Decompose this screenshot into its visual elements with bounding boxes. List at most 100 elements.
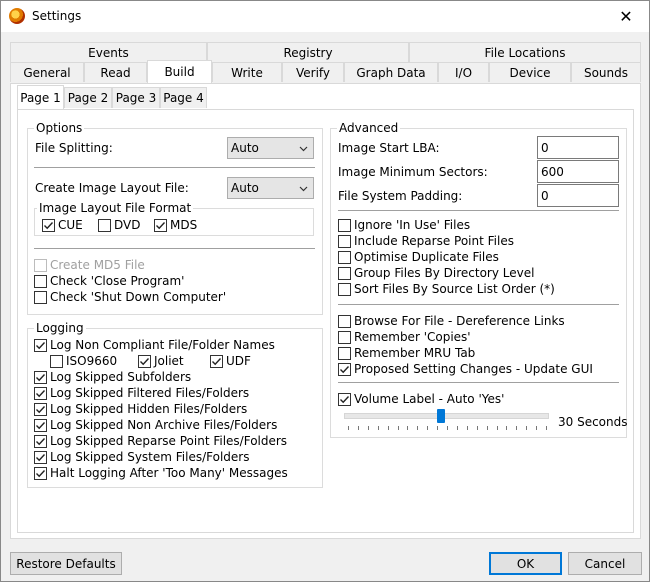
tab-verify[interactable]: Verify [282,62,344,82]
log-skipped-reparse-checkbox[interactable]: Log Skipped Reparse Point Files/Folders [34,434,287,448]
volume-slider-thumb[interactable] [437,409,446,423]
tab-events[interactable]: Events [10,42,207,62]
adv-option-label: Group Files By Directory Level [354,266,535,280]
create-layout-value: Auto [231,181,259,195]
checkbox-box [138,354,151,368]
subtab-page-3[interactable]: Page 3 [112,87,160,108]
slider-tick [397,426,399,430]
volume-slider-track[interactable] [344,413,549,419]
checkbox-box [34,434,47,448]
log-skipped-filtered-checkbox[interactable]: Log Skipped Filtered Files/Folders [34,386,249,400]
tab-file-locations[interactable]: File Locations [409,42,641,62]
slider-tick [437,426,439,430]
tab-read[interactable]: Read [84,62,147,82]
volume-label-checkbox[interactable]: Volume Label - Auto 'Yes' [338,392,504,406]
slider-tick [536,426,538,430]
udf-checkbox[interactable]: UDF [210,354,251,368]
optimise-duplicate-checkbox[interactable]: Optimise Duplicate Files [338,250,499,264]
tab-device[interactable]: Device [489,62,571,82]
padding-input[interactable]: 0 [537,184,619,207]
log-item-label: Log Skipped Filtered Files/Folders [50,386,250,400]
start-lba-value: 0 [541,140,549,155]
advanced-legend: Advanced [337,121,401,135]
subtab-page-2[interactable]: Page 2 [64,87,112,108]
checkbox-box [98,218,111,232]
ok-button[interactable]: OK [489,552,562,575]
tab-io[interactable]: I/O [438,62,489,82]
group-files-checkbox[interactable]: Group Files By Directory Level [338,266,534,280]
file-splitting-select[interactable]: Auto [227,137,314,159]
log-skipped-system-checkbox[interactable]: Log Skipped System Files/Folders [34,450,249,464]
slider-tick [486,426,488,430]
include-reparse-checkbox[interactable]: Include Reparse Point Files [338,234,514,248]
tab-build[interactable]: Build [147,60,212,83]
cancel-button[interactable]: Cancel [568,552,642,575]
log-skipped-nonarchive-checkbox[interactable]: Log Skipped Non Archive Files/Folders [34,418,277,432]
log-item-label: Log Skipped Reparse Point Files/Folders [50,434,288,448]
slider-tick [526,426,528,430]
checkbox-box [42,218,55,232]
checkbox-box [50,354,63,368]
halt-logging-checkbox[interactable]: Halt Logging After 'Too Many' Messages [34,466,288,480]
create-layout-select[interactable]: Auto [227,177,314,199]
tab-graph-data[interactable]: Graph Data [344,62,438,82]
iso9660-checkbox[interactable]: ISO9660 [50,354,117,368]
checkbox-box [338,250,351,264]
format-dvd-checkbox[interactable]: DVD [98,218,140,232]
log-item-label: Log Skipped Subfolders [50,370,192,384]
check-shutdown-checkbox[interactable]: Check 'Shut Down Computer' [34,290,226,304]
log-noncompliant-label: Log Non Compliant File/Folder Names [50,338,275,352]
subtab-page-4[interactable]: Page 4 [160,87,207,108]
ignore-in-use-checkbox[interactable]: Ignore 'In Use' Files [338,218,470,232]
tab-registry[interactable]: Registry [207,42,409,62]
checkbox-box [34,290,47,304]
log-skipped-subfolders-checkbox[interactable]: Log Skipped Subfolders [34,370,191,384]
create-md5-checkbox[interactable]: Create MD5 File [34,258,145,272]
slider-value-label: 30 Seconds [558,415,628,429]
checkbox-box [338,346,351,360]
checkbox-box [338,234,351,248]
tab-sounds[interactable]: Sounds [571,62,641,82]
checkbox-box [338,362,351,376]
checkbox-box [34,338,47,352]
close-icon[interactable]: ✕ [603,1,649,32]
format-mds-checkbox[interactable]: MDS [154,218,197,232]
checkbox-box [338,392,351,406]
format-mds-label: MDS [170,218,198,232]
slider-tick [466,426,468,430]
logging-legend: Logging [34,321,86,335]
iso9660-label: ISO9660 [66,354,118,368]
adv-option-label: Include Reparse Point Files [354,234,514,248]
subtab-page-1[interactable]: Page 1 [17,85,64,109]
slider-tick [348,426,349,430]
browse-dereference-checkbox[interactable]: Browse For File - Dereference Links [338,314,565,328]
sort-files-checkbox[interactable]: Sort Files By Source List Order (*) [338,282,555,296]
file-splitting-label: File Splitting: [35,141,113,155]
format-cue-checkbox[interactable]: CUE [42,218,83,232]
volume-label-text: Volume Label - Auto 'Yes' [354,392,505,406]
check-shutdown-label: Check 'Shut Down Computer' [50,290,227,304]
chevron-down-icon [299,146,308,152]
proposed-changes-checkbox[interactable]: Proposed Setting Changes - Update GUI [338,362,593,376]
padding-value: 0 [541,188,549,203]
slider-tick [447,426,448,430]
check-close-program-label: Check 'Close Program' [50,274,185,288]
restore-defaults-button[interactable]: Restore Defaults [10,552,122,575]
tab-write[interactable]: Write [212,62,282,82]
log-noncompliant-checkbox[interactable]: Log Non Compliant File/Folder Names [34,338,275,352]
format-cue-label: CUE [58,218,83,232]
create-md5-label: Create MD5 File [50,258,145,272]
min-sectors-input[interactable]: 600 [537,160,619,183]
title-bar: Settings ✕ [1,1,649,32]
log-item-label: Halt Logging After 'Too Many' Messages [50,466,288,480]
start-lba-label: Image Start LBA: [338,141,440,155]
separator [338,210,619,211]
options-legend: Options [34,121,85,135]
remember-mru-checkbox[interactable]: Remember MRU Tab [338,346,475,360]
log-skipped-hidden-checkbox[interactable]: Log Skipped Hidden Files/Folders [34,402,247,416]
tab-general[interactable]: General [10,62,84,82]
check-close-program-checkbox[interactable]: Check 'Close Program' [34,274,184,288]
remember-copies-checkbox[interactable]: Remember 'Copies' [338,330,471,344]
joliet-checkbox[interactable]: Joliet [138,354,184,368]
start-lba-input[interactable]: 0 [537,136,619,159]
